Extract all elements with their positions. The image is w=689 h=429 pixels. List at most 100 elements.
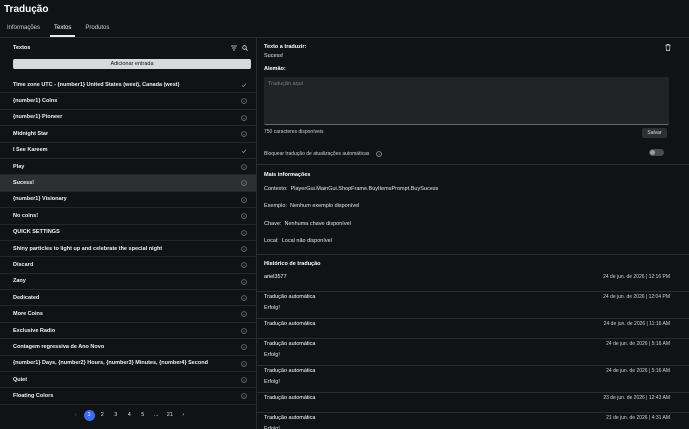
- block-auto-updates-label: Bloquear tradução de atualizações automá…: [264, 151, 370, 157]
- list-item[interactable]: QUICK SETTINGS: [0, 225, 256, 241]
- texts-header: Textos: [13, 45, 31, 51]
- list-item-label: QUICK SETTINGS: [13, 229, 60, 236]
- list-item[interactable]: Dedicated: [0, 290, 256, 307]
- history-divider: [257, 365, 689, 366]
- check-icon: [241, 83, 247, 88]
- history-date: 24 de jun. de 2026 | 5:16 AM: [606, 368, 670, 374]
- info-icon[interactable]: [376, 151, 382, 157]
- prev-page-button[interactable]: ‹: [69, 412, 83, 418]
- list-item[interactable]: Zany: [0, 274, 256, 291]
- list-item[interactable]: Quiet: [0, 372, 256, 389]
- info-icon: [241, 328, 247, 334]
- list-item[interactable]: Contagem regressiva de Ano Novo: [0, 339, 256, 356]
- check-icon: [241, 148, 247, 153]
- texts-panel: Textos Adicionar entrada Time zone UTC -…: [0, 38, 256, 429]
- chars-available: 750 caracteres disponíveis: [264, 129, 324, 135]
- context-value: PlayerGui.MainGui.ShopFrame.BuyItemsProm…: [290, 186, 439, 192]
- filter-icon[interactable]: [231, 45, 237, 51]
- list-item[interactable]: Sucess!: [0, 175, 256, 192]
- history-text: Erfolg!: [264, 379, 280, 385]
- tab-textos[interactable]: Textos: [47, 22, 78, 37]
- info-icon: [241, 262, 247, 269]
- save-button[interactable]: Salvar: [642, 128, 667, 138]
- list-item-label: Sucess!: [13, 180, 35, 187]
- info-icon: [241, 180, 247, 187]
- list-item-label: {number1} Visionary: [13, 196, 67, 203]
- page-1-button[interactable]: 1: [83, 409, 95, 421]
- add-entry-button[interactable]: Adicionar entrada: [13, 59, 251, 69]
- key-label: Chave:: [264, 221, 282, 227]
- example-row: Exemplo: Nenhum exemplo disponível: [264, 203, 359, 209]
- search-icon[interactable]: [242, 45, 248, 51]
- pagination: ‹ 1 2 3 4 5 ... 21 ›: [69, 409, 190, 421]
- list-item[interactable]: {number1} Visionary: [0, 192, 256, 209]
- context-row: Contexto: PlayerGui.MainGui.ShopFrame.Bu…: [264, 186, 438, 192]
- list-item[interactable]: {number1} Coins: [0, 93, 256, 110]
- info-icon: [241, 114, 247, 121]
- list-item[interactable]: {number1} Pioneer: [0, 110, 256, 127]
- list-item-label: Floating Colors: [13, 393, 54, 400]
- history-author: Tradução automática: [264, 395, 316, 401]
- info-icon: [241, 393, 247, 400]
- list-item[interactable]: Time zone UTC - {number1} United States …: [0, 77, 256, 94]
- list-item[interactable]: Midnight Star: [0, 126, 256, 143]
- info-icon: [241, 278, 247, 285]
- section-divider: [257, 254, 689, 255]
- info-icon: [241, 229, 247, 236]
- page-3-button[interactable]: 3: [109, 412, 123, 418]
- list-item-label: Midnight Star: [13, 130, 49, 137]
- history-author: Tradução automática: [264, 341, 316, 347]
- info-icon: [241, 344, 247, 351]
- page-4-button[interactable]: 4: [123, 412, 137, 418]
- trash-icon[interactable]: [665, 44, 671, 51]
- list-item[interactable]: I See Kareem: [0, 143, 256, 159]
- history-divider: [257, 412, 689, 413]
- info-icon: [241, 311, 247, 318]
- section-divider: [257, 164, 689, 165]
- list-item-label: More Coins: [13, 311, 43, 318]
- list-item[interactable]: {number1} Days, {number2} Hours, {number…: [0, 356, 256, 373]
- info-icon: [241, 164, 247, 170]
- page-ellipsis: ...: [153, 412, 159, 418]
- info-icon: [241, 131, 247, 137]
- tab-bar: Informações Textos Produtos: [0, 22, 116, 37]
- key-value: Nenhuma chave disponível: [284, 221, 351, 227]
- context-label: Contexto:: [264, 186, 288, 192]
- history-author: Tradução automática: [264, 415, 316, 421]
- list-item-label: Play: [13, 163, 25, 170]
- history-divider: [257, 392, 689, 393]
- info-icon: [241, 98, 247, 105]
- source-label: Texto a traduzir:: [264, 44, 307, 50]
- list-item[interactable]: Shiny particles to light up and celebrat…: [0, 241, 256, 258]
- list-item[interactable]: Play: [0, 159, 256, 176]
- history-date: 24 de jun. de 2026 | 5:16 AM: [606, 341, 670, 347]
- list-item-label: No coins!: [13, 212, 39, 219]
- target-language-label: Alemão:: [264, 66, 286, 72]
- history-author: Tradução automática: [264, 294, 316, 300]
- history-date: 23 de jun. de 2026 | 12:43 AM: [603, 395, 670, 401]
- list-item[interactable]: Exclusive Radio: [0, 323, 256, 340]
- list-item-label: Exclusive Radio: [13, 327, 56, 334]
- next-page-button[interactable]: ›: [177, 412, 191, 418]
- list-item-label: Discard: [13, 261, 34, 268]
- page-2-button[interactable]: 2: [96, 412, 110, 418]
- page-5-button[interactable]: 5: [136, 412, 150, 418]
- list-item[interactable]: Floating Colors: [0, 388, 256, 405]
- block-auto-updates-toggle[interactable]: [649, 149, 664, 156]
- list-item-label: I See Kareem: [13, 147, 48, 154]
- history-author: Tradução automática: [264, 368, 316, 374]
- tab-produtos[interactable]: Produtos: [78, 22, 116, 37]
- tab-informacoes[interactable]: Informações: [0, 22, 47, 37]
- info-icon: [241, 295, 247, 301]
- info-icon: [241, 213, 247, 219]
- list-item-label: {number1} Days, {number2} Hours, {number…: [13, 360, 208, 367]
- source-text: Sucess!: [264, 53, 284, 59]
- example-label: Exemplo:: [264, 203, 287, 209]
- list-item-label: {number1} Pioneer: [13, 114, 63, 121]
- list-item[interactable]: No coins!: [0, 208, 256, 225]
- info-icon: [241, 196, 247, 203]
- translation-input[interactable]: Tradução aqui: [264, 77, 669, 125]
- page-21-button[interactable]: 21: [163, 412, 177, 418]
- list-item[interactable]: Discard: [0, 257, 256, 274]
- list-item[interactable]: More Coins: [0, 306, 256, 323]
